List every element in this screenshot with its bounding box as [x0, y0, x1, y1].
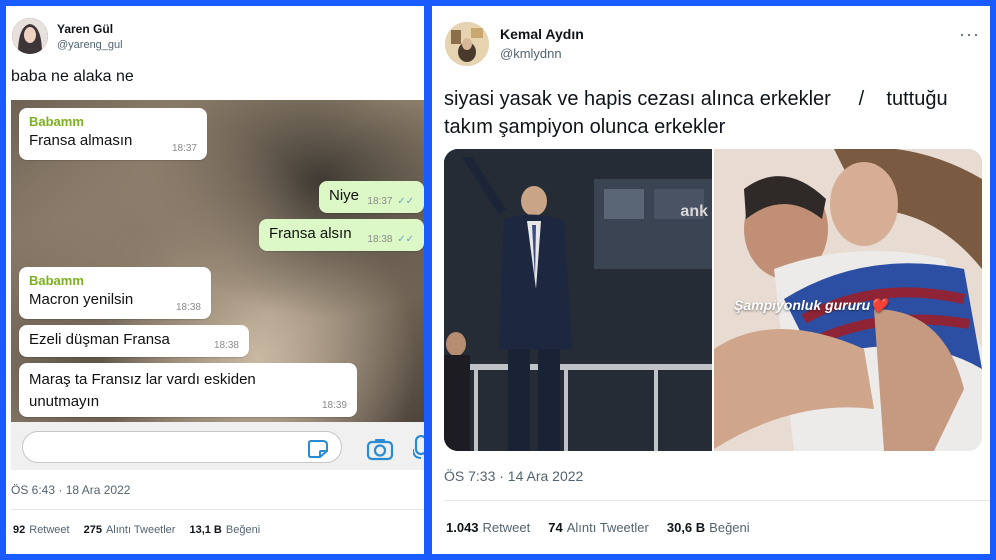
- retweet-value: 1.043: [446, 520, 479, 535]
- read-ticks-icon: ✓✓: [397, 234, 414, 245]
- more-options-icon[interactable]: ···: [959, 24, 980, 45]
- message-time: 18:39: [321, 400, 347, 411]
- speech-photo: [444, 149, 712, 451]
- message-text: Ezeli düşman Fransa: [29, 331, 170, 348]
- message-time: 18:38: [367, 234, 393, 245]
- message-text: Macron yenilsin: [29, 291, 134, 308]
- avatar-image: [445, 22, 489, 66]
- quote-value: 275: [83, 524, 102, 536]
- tweet-stats: 92 Retweet 275 Alıntı Tweetler 13,1 B Be…: [13, 524, 260, 536]
- quote-label: Alıntı Tweetler: [105, 524, 176, 536]
- avatar[interactable]: [445, 22, 489, 66]
- author-handle[interactable]: @yareng_gul: [57, 39, 123, 51]
- message-meta: 18:37 ✓✓: [367, 196, 414, 207]
- message-sender: Babamm: [29, 114, 84, 129]
- author-handle[interactable]: @kmlydnn: [500, 46, 562, 61]
- message-text: Fransa almasın: [29, 132, 133, 149]
- message-text: Niye: [329, 187, 360, 204]
- chat-message: Babamm Macron yenilsin 18:38: [19, 267, 211, 319]
- message-text: Maraş ta Fransız lar vardı eskiden unutm…: [29, 371, 256, 410]
- divider: [11, 509, 424, 510]
- message-meta: 18:38 ✓✓: [367, 234, 414, 245]
- like-label: Beğeni: [709, 520, 750, 535]
- message-time: 18:38: [213, 340, 239, 351]
- media-image-left[interactable]: ank: [444, 149, 712, 451]
- tweet-card-right: Kemal Aydın @kmlydnn ··· siyasi yasak ve…: [432, 6, 990, 554]
- retweet-label: Retweet: [482, 520, 531, 535]
- tweet-timestamp[interactable]: ÖS 7:33 · 14 Ara 2022: [444, 468, 583, 484]
- message-sender: Babamm: [29, 273, 84, 288]
- tweet-text: siyasi yasak ve hapis cezası alınca erke…: [444, 88, 954, 138]
- author-name[interactable]: Yaren Gül: [57, 22, 113, 36]
- like-count[interactable]: 13,1 B Beğeni: [189, 524, 260, 536]
- chat-message: Ezeli düşman Fransa 18:38: [19, 325, 249, 357]
- chat-screenshot: Babamm Fransa almasın 18:37 Niye 18:37 ✓…: [11, 100, 424, 422]
- retweet-count[interactable]: 92 Retweet: [13, 524, 70, 536]
- sticker-icon[interactable]: [307, 439, 329, 459]
- chat-message: Maraş ta Fransız lar vardı eskiden unutm…: [19, 363, 357, 417]
- tweet-timestamp[interactable]: ÖS 6:43 · 18 Ara 2022: [11, 483, 130, 497]
- like-value: 30,6 B: [666, 520, 706, 535]
- camera-icon[interactable]: [366, 437, 394, 461]
- chat-message: Fransa alsın 18:38 ✓✓: [259, 219, 424, 251]
- like-count[interactable]: 30,6 B Beğeni: [667, 520, 750, 535]
- quote-count[interactable]: 275 Alıntı Tweetler: [84, 524, 176, 536]
- tweet-stats: 1.043 Retweet 74 Alıntı Tweetler 30,6 B …: [446, 520, 750, 535]
- retweet-value: 92: [13, 524, 26, 536]
- avatar-image: [12, 18, 48, 54]
- chat-input-bar: [11, 422, 424, 470]
- media-image-right[interactable]: Şampiyonluk gururu❤️: [714, 149, 982, 451]
- media-logo-text: ank: [680, 203, 708, 220]
- tweet-card-left: Yaren Gül @yareng_gul baba ne alaka ne B…: [6, 6, 424, 554]
- like-value: 13,1 B: [189, 524, 222, 536]
- chat-message: Babamm Fransa almasın 18:37: [19, 108, 207, 160]
- message-time: 18:37: [367, 196, 393, 207]
- retweet-label: Retweet: [29, 524, 70, 536]
- media-caption: Şampiyonluk gururu❤️: [734, 297, 888, 313]
- message-input[interactable]: [22, 431, 342, 463]
- retweet-count[interactable]: 1.043 Retweet: [446, 520, 530, 535]
- quote-value: 74: [548, 520, 563, 535]
- message-text: Fransa alsın: [269, 225, 352, 242]
- message-time: 18:37: [171, 143, 197, 154]
- like-label: Beğeni: [225, 524, 261, 536]
- tweet-text: baba ne alaka ne: [11, 68, 134, 85]
- quote-count[interactable]: 74 Alıntı Tweetler: [548, 520, 649, 535]
- mic-icon[interactable]: [413, 435, 424, 463]
- quote-label: Alıntı Tweetler: [566, 520, 649, 535]
- author-name[interactable]: Kemal Aydın: [500, 26, 584, 42]
- chat-message: Niye 18:37 ✓✓: [319, 181, 424, 213]
- read-ticks-icon: ✓✓: [397, 196, 414, 207]
- divider: [444, 500, 990, 501]
- message-time: 18:38: [175, 302, 201, 313]
- avatar[interactable]: [12, 18, 48, 54]
